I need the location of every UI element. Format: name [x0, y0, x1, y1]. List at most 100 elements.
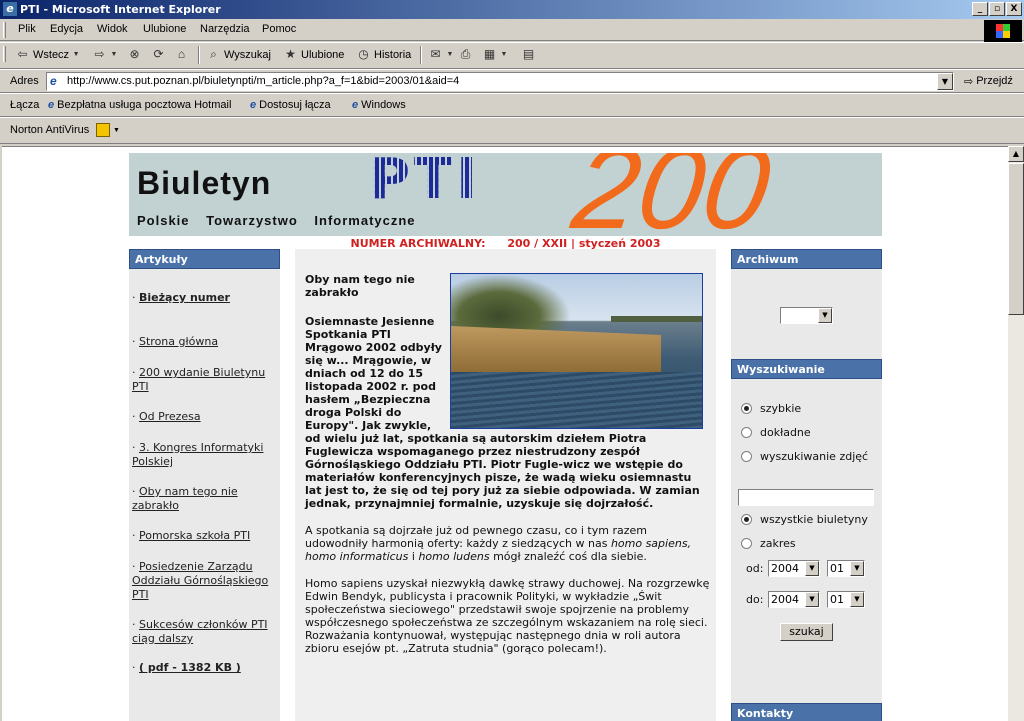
archive-select[interactable]: ▼	[780, 307, 833, 324]
menu-edit[interactable]: Edycja	[50, 23, 83, 35]
chevron-down-icon: ▼	[818, 308, 832, 323]
discuss-button[interactable]: ▤	[521, 47, 536, 62]
link-customize-label: Dostosuj łącza	[259, 99, 331, 111]
close-button[interactable]: X	[1006, 2, 1022, 16]
window-title-bar[interactable]: e PTI - Microsoft Internet Explorer _ ▫ …	[0, 0, 1024, 19]
nav-home[interactable]: · Strona główna	[132, 335, 278, 349]
to-year-value: 2004	[771, 593, 799, 606]
menu-tools[interactable]: Narzędzia	[200, 23, 250, 35]
favorites-label: Ulubione	[301, 48, 345, 61]
maximize-button[interactable]: ▫	[989, 2, 1005, 16]
nav-president-link[interactable]: Od Prezesa	[139, 410, 201, 423]
address-dropdown-arrow-icon[interactable]: ▼	[937, 73, 953, 90]
favorites-icon: ★	[285, 47, 296, 61]
p2-text-d: homo ludens	[418, 550, 490, 563]
menu-favorites[interactable]: Ulubione	[143, 23, 186, 35]
nav-current-issue-link[interactable]: Bieżący numer	[139, 291, 230, 304]
from-year-select[interactable]: 2004 ▼	[768, 560, 820, 577]
nav-pdf[interactable]: · ( pdf - 1382 KB )	[132, 661, 278, 675]
banner-subtitle: Polskie Towarzystwo Informatyczne	[137, 213, 416, 228]
nav-pomorska[interactable]: · Pomorska szkoła PTI	[132, 529, 278, 543]
nav-president[interactable]: · Od Prezesa	[132, 410, 278, 424]
radio-dot[interactable]	[741, 514, 752, 525]
from-month-select[interactable]: 01 ▼	[827, 560, 865, 577]
history-button[interactable]: ◷ Historia	[356, 47, 411, 62]
radio-quick[interactable]: szybkie	[741, 402, 801, 415]
address-input[interactable]: e http://www.cs.put.poznan.pl/biuletynpt…	[46, 72, 954, 91]
edit-button[interactable]: ▦ ▼	[482, 47, 508, 62]
scroll-up-icon[interactable]: ▲	[1008, 146, 1024, 162]
to-month-select[interactable]: 01 ▼	[827, 591, 865, 608]
to-year-select[interactable]: 2004 ▼	[768, 591, 820, 608]
nav-sukcesow-link[interactable]: Sukcesów członków PTI ciąg dalszy	[132, 618, 268, 645]
radio-all-issues-label: wszystkie biuletyny	[760, 513, 868, 526]
nav-congress[interactable]: · 3. Kongres Informatyki Polskiej	[132, 441, 278, 469]
print-icon: ⎙	[460, 47, 471, 61]
minimize-button[interactable]: _	[972, 2, 988, 16]
menu-help[interactable]: Pomoc	[262, 23, 296, 35]
norton-toolbar: Norton AntiVirus ▼	[0, 117, 1024, 144]
nav-home-link[interactable]: Strona główna	[139, 335, 218, 348]
radio-exact[interactable]: dokładne	[741, 426, 811, 439]
address-label: Adres	[10, 75, 39, 87]
nav-congress-link[interactable]: 3. Kongres Informatyki Polskiej	[132, 441, 263, 468]
vertical-scrollbar[interactable]: ▲	[1008, 146, 1024, 721]
nav-sukcesow[interactable]: · Sukcesów członków PTI ciąg dalszy	[132, 618, 278, 646]
home-button[interactable]: ⌂	[174, 47, 189, 62]
nav-posiedzenie[interactable]: · Posiedzenie Zarządu Oddziału Górnośląs…	[132, 560, 278, 602]
forward-button[interactable]: ⇨ ▼	[92, 47, 118, 62]
norton-icon	[96, 123, 110, 137]
link-windows[interactable]: e Windows	[352, 99, 406, 111]
go-label: Przejdź	[976, 75, 1013, 87]
windows-logo-icon	[984, 20, 1022, 42]
nav-200-edition-link[interactable]: 200 wydanie Biuletynu PTI	[132, 366, 265, 393]
refresh-button[interactable]: ⟳	[151, 47, 166, 62]
stop-button[interactable]: ⊗	[127, 47, 142, 62]
radio-dot[interactable]	[741, 427, 752, 438]
nav-pdf-link[interactable]: ( pdf - 1382 KB )	[139, 661, 241, 674]
chevron-down-icon: ▼	[805, 592, 819, 607]
radio-range[interactable]: zakres	[741, 537, 796, 550]
ie-page-icon: e	[48, 99, 55, 111]
search-submit-button[interactable]: szukaj	[780, 623, 833, 641]
radio-dot[interactable]	[741, 451, 752, 462]
link-hotmail[interactable]: e Bezpłatna usługa pocztowa Hotmail	[48, 99, 231, 111]
address-url: http://www.cs.put.poznan.pl/biuletynpti/…	[67, 75, 460, 87]
radio-all-issues[interactable]: wszystkie biuletyny	[741, 513, 868, 526]
to-label: do:	[746, 593, 764, 606]
menu-view[interactable]: Widok	[97, 23, 128, 35]
nav-current-issue[interactable]: · Bieżący numer	[132, 291, 278, 305]
back-button[interactable]: ⇦ Wstecz ▼	[15, 47, 80, 62]
search-button[interactable]: ⌕ Wyszukaj	[206, 47, 271, 62]
nav-posiedzenie-link[interactable]: Posiedzenie Zarządu Oddziału Górnośląski…	[132, 560, 268, 601]
ie-page-icon: e	[352, 99, 359, 111]
scroll-thumb[interactable]	[1008, 163, 1024, 315]
link-customize[interactable]: e Dostosuj łącza	[250, 99, 331, 111]
go-button[interactable]: ⇨ Przejdź	[964, 75, 1013, 88]
print-button[interactable]: ⎙	[458, 47, 473, 62]
p2-text-c: i	[411, 550, 415, 563]
back-arrow-icon: ⇦	[17, 47, 28, 61]
dropdown-arrow-icon: ▼	[113, 126, 120, 134]
article-title: Oby nam tego nie zabrakło	[305, 273, 415, 299]
norton-button[interactable]: ▼	[96, 123, 120, 137]
dropdown-arrow-icon: ▼	[72, 51, 80, 58]
nav-oby-nam[interactable]: · Oby nam tego nie zabrakło	[132, 485, 278, 513]
nav-pomorska-link[interactable]: Pomorska szkoła PTI	[139, 529, 250, 542]
radio-dot[interactable]	[741, 538, 752, 549]
banner-title: Biuletyn	[137, 165, 272, 201]
page-content: 200 Biuletyn PTI Polskie Towarzystwo Inf…	[129, 153, 882, 721]
search-input[interactable]	[738, 489, 874, 506]
radio-photos[interactable]: wyszukiwanie zdjęć	[741, 450, 868, 463]
edit-page-icon: ▦	[483, 47, 496, 61]
menu-file[interactable]: Plik	[18, 23, 36, 35]
banner-200: 200	[565, 153, 778, 236]
page-viewport[interactable]: 200 Biuletyn PTI Polskie Towarzystwo Inf…	[2, 146, 1008, 721]
mail-button[interactable]: ✉ ▼	[428, 47, 454, 62]
radio-dot[interactable]	[741, 403, 752, 414]
nav-200-edition[interactable]: · 200 wydanie Biuletynu PTI	[132, 366, 278, 394]
standard-toolbar: ⇦ Wstecz ▼ ⇨ ▼ ⊗ ⟳ ⌂ ⌕ Wyszukaj ★ Ulubio…	[0, 42, 1024, 69]
toolbar-separator	[198, 46, 200, 64]
favorites-button[interactable]: ★ Ulubione	[283, 47, 344, 62]
nav-oby-nam-link[interactable]: Oby nam tego nie zabrakło	[132, 485, 238, 512]
